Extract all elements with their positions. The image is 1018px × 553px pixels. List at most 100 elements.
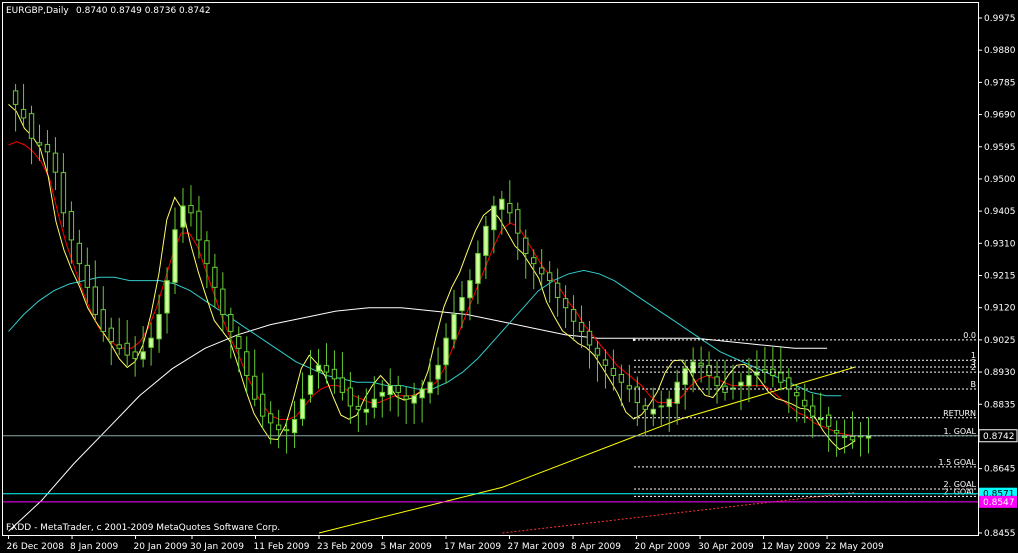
y-tick-label: 0.9595 (984, 143, 1016, 153)
candle-body (299, 398, 306, 420)
candle-body (443, 337, 449, 366)
candle-body (467, 280, 473, 299)
candle-body (84, 264, 91, 288)
candle-body (140, 351, 146, 360)
candle-body (738, 381, 744, 387)
candle-body (778, 372, 784, 383)
fib-level-label: 0.0 (963, 331, 976, 340)
y-tick-label: 0.9025 (984, 336, 1016, 346)
candle-body (196, 210, 202, 241)
candle-body (786, 377, 792, 390)
candle-body (323, 365, 330, 373)
x-tick-label: 22 May 2009 (825, 542, 884, 552)
candle-body (531, 257, 537, 265)
candle-body (212, 266, 218, 288)
symbol-header: EURGBP,Daily (6, 6, 69, 16)
candle-body (554, 282, 561, 299)
fib-level-label: 1. GOAL (944, 427, 977, 436)
candle-body (802, 399, 808, 407)
candle-body (307, 374, 314, 395)
candle-body (451, 313, 457, 340)
price-chart[interactable]: 0.9975 0.9880 0.9785 0.9690 0.9595 0.9500 0.94… (0, 0, 1018, 553)
candle-body (204, 240, 210, 265)
candle-body (116, 344, 122, 349)
candle-body (794, 392, 800, 397)
candle-body (570, 308, 577, 322)
x-tick-label: 11 Feb 2009 (254, 542, 310, 552)
magenta-price-label: 0.8547 (983, 498, 1015, 508)
candle-body (642, 405, 648, 410)
fib-level-label: RETURN (943, 409, 976, 418)
x-tick-label: 30 Jan 2009 (190, 542, 244, 552)
candle-body (180, 205, 186, 228)
candle-body (483, 225, 489, 256)
x-tick-label: 20 Apr 2009 (635, 542, 691, 552)
candle-body (172, 229, 178, 283)
fib-level-label: 2. GOAL (944, 487, 977, 496)
candle-body (12, 90, 19, 105)
y-tick-label: 0.9880 (984, 46, 1016, 56)
candle-body (435, 364, 441, 380)
candle-body (283, 429, 290, 432)
candle-body (315, 364, 322, 372)
candle-body (124, 342, 130, 356)
candle-body (76, 242, 83, 265)
y-tick-label: 0.9690 (984, 111, 1016, 121)
candle-body (60, 172, 67, 214)
x-tick-label: 17 Mar 2009 (444, 542, 501, 552)
x-tick-label: 30 Apr 2009 (698, 542, 754, 552)
candle-body (108, 327, 114, 343)
candle-body (331, 368, 338, 380)
candle-body (403, 395, 409, 400)
y-tick-label: 0.9405 (984, 207, 1016, 217)
candle-body (682, 368, 688, 385)
candle-body (220, 288, 226, 315)
candle-body (100, 309, 106, 332)
y-tick-label: 0.9215 (984, 272, 1016, 282)
candle-body (825, 414, 832, 427)
candle-body (92, 286, 98, 315)
candle-body (28, 113, 35, 139)
y-tick-label: 0.8645 (984, 465, 1016, 475)
candle-body (132, 351, 138, 360)
candle-body (666, 398, 672, 408)
candle-body (817, 418, 824, 421)
candle-body (515, 209, 521, 234)
candle-body (475, 252, 481, 284)
current-price-label: 0.8742 (983, 432, 1015, 442)
x-tick-label: 23 Feb 2009 (317, 542, 373, 552)
candle-body (164, 280, 170, 314)
candle-body (833, 430, 840, 434)
candle-body (674, 381, 680, 404)
x-tick-label: 8 Jan 2009 (70, 542, 118, 552)
candle-body (698, 362, 704, 366)
candle-body (36, 142, 43, 146)
ohlc-header: 0.8740 0.8749 0.8736 0.8742 (76, 6, 211, 16)
candle-body (650, 408, 656, 415)
candle-body (267, 413, 274, 424)
candle-body (395, 384, 401, 393)
y-tick-label: 0.8835 (984, 400, 1016, 410)
candle-body (610, 367, 617, 376)
candle-body (411, 395, 417, 404)
candle-body (810, 405, 816, 417)
x-tick-label: 27 Mar 2009 (508, 542, 565, 552)
candle-body (714, 376, 720, 387)
candle-body (148, 337, 154, 348)
candle-body (188, 204, 194, 214)
candle-body (427, 381, 433, 394)
candle-body (626, 385, 633, 390)
candle-body (546, 272, 553, 282)
candle-body (156, 313, 162, 340)
candle-body (578, 322, 585, 332)
candle-body (371, 398, 377, 408)
candle-body (363, 408, 370, 413)
x-tick-label: 26 Dec 2008 (7, 542, 65, 552)
y-tick-label: 0.9120 (984, 304, 1016, 314)
y-tick-label: 0.8455 (984, 529, 1016, 539)
candle-body (849, 435, 856, 441)
candle-body (52, 152, 59, 173)
y-tick-label: 0.9785 (984, 78, 1016, 88)
candle-body (252, 375, 258, 400)
candle-body (355, 405, 362, 410)
